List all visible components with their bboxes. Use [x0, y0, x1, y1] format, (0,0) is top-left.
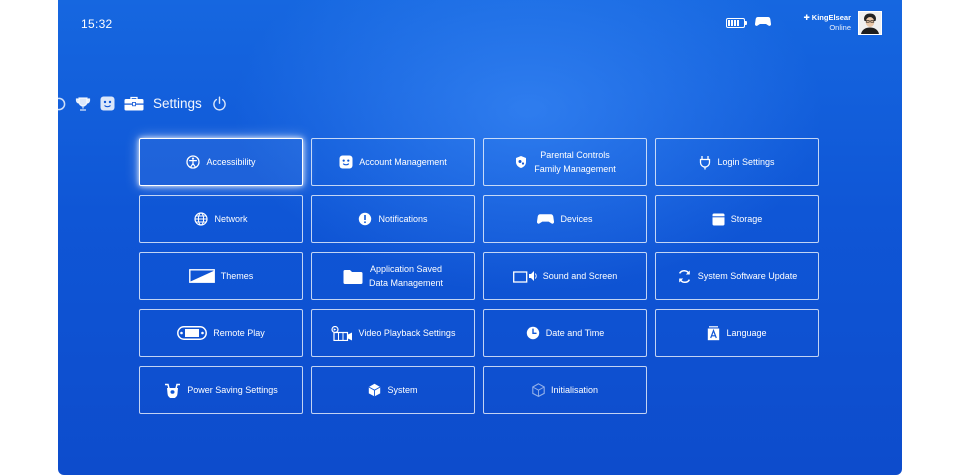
tile-label: Sound and Screen — [543, 269, 618, 283]
accessibility-icon — [186, 155, 201, 169]
theme-icon — [188, 269, 215, 283]
tile-label: Date and Time — [546, 326, 605, 340]
cube-icon — [368, 383, 381, 397]
tile-label-line: Application Saved — [369, 264, 443, 274]
tile-label: Application Saved Data Management — [369, 262, 443, 290]
video-icon — [330, 325, 353, 341]
tile-system[interactable]: System — [311, 366, 475, 414]
tile-label-line: System Software Update — [697, 271, 798, 281]
tile-remote-play[interactable]: Remote Play — [139, 309, 303, 357]
tile-label: Remote Play — [213, 326, 265, 340]
globe-icon — [194, 212, 209, 226]
language-icon — [707, 325, 720, 341]
notification-icon — [358, 212, 372, 226]
folder-icon — [343, 269, 363, 284]
clock: 15:32 — [81, 17, 113, 31]
tile-label-line: Language — [726, 328, 767, 338]
tile-initialisation[interactable]: Initialisation — [483, 366, 647, 414]
tile-label-line: Data Management — [368, 278, 444, 288]
tile-date-and-time[interactable]: Date and Time — [483, 309, 647, 357]
tile-label-line: System — [387, 385, 418, 395]
tile-video-playback-settings[interactable]: Video Playback Settings — [311, 309, 475, 357]
tile-label-line: Login Settings — [717, 157, 775, 167]
tile-notifications[interactable]: Notifications — [311, 195, 475, 243]
status-area: ✚ KingElsear Online — [726, 11, 882, 35]
tile-label: Account Management — [359, 155, 447, 169]
power-icon[interactable] — [212, 96, 227, 111]
controller-icon — [537, 213, 555, 225]
tile-label: Notifications — [378, 212, 427, 226]
tile-label-line: Parental Controls — [540, 150, 610, 160]
smiley-face-icon — [339, 155, 353, 169]
trophy-icon[interactable] — [75, 96, 91, 111]
function-title: Settings — [153, 96, 202, 111]
tile-storage[interactable]: Storage — [655, 195, 819, 243]
tile-label-line: Account Management — [359, 157, 447, 167]
function-bar: Settings — [58, 96, 236, 111]
power-plug-icon — [699, 155, 711, 170]
tile-label: Power Saving Settings — [187, 383, 278, 397]
tile-language[interactable]: Language — [655, 309, 819, 357]
user-info: ✚ KingElsear Online — [803, 13, 851, 33]
tile-label: Network — [214, 212, 247, 226]
tile-label: Login Settings — [717, 155, 774, 169]
tile-label-line: Remote Play — [213, 328, 265, 338]
tile-label: Themes — [221, 269, 254, 283]
online-status: Online — [829, 23, 851, 32]
tile-label: System Software Update — [698, 269, 798, 283]
cube-outline-icon — [532, 383, 545, 397]
controller-icon — [755, 14, 772, 32]
tile-label: Initialisation — [551, 383, 598, 397]
tile-label-line: Devices — [560, 214, 593, 224]
clock-icon — [526, 326, 540, 340]
storage-icon — [712, 213, 725, 226]
tile-login-settings[interactable]: Login Settings — [655, 138, 819, 186]
tile-label: Storage — [731, 212, 763, 226]
tile-label: Devices — [560, 212, 592, 226]
tile-label: Accessibility — [206, 155, 255, 169]
ps4-screen: 15:32 ✚ KingElsear Online Settings Acces… — [58, 0, 902, 475]
tile-themes[interactable]: Themes — [139, 252, 303, 300]
tile-power-saving-settings[interactable]: Power Saving Settings — [139, 366, 303, 414]
battery-icon — [726, 18, 748, 28]
tile-label-line: Notifications — [378, 214, 428, 224]
tile-label-line: Date and Time — [545, 328, 605, 338]
tile-label-line: Sound and Screen — [542, 271, 618, 281]
avatar[interactable] — [858, 11, 882, 35]
tile-network[interactable]: Network — [139, 195, 303, 243]
tile-label: Language — [726, 326, 766, 340]
tile-label-line: Power Saving Settings — [187, 385, 278, 395]
tile-label: Parental Controls Family Management — [534, 148, 616, 176]
tile-label: System — [387, 383, 417, 397]
friends-face-icon[interactable] — [100, 96, 115, 111]
power-circle-icon[interactable] — [58, 97, 66, 111]
tile-application-saved-data[interactable]: Application Saved Data Management — [311, 252, 475, 300]
tile-accessibility[interactable]: Accessibility — [139, 138, 303, 186]
tile-parental-controls[interactable]: Parental Controls Family Management — [483, 138, 647, 186]
tile-label-line: Themes — [220, 271, 254, 281]
tile-label: Video Playback Settings — [359, 326, 456, 340]
tile-sound-and-screen[interactable]: Sound and Screen — [483, 252, 647, 300]
tile-system-software-update[interactable]: System Software Update — [655, 252, 819, 300]
power-saving-icon — [164, 383, 181, 398]
tile-label-line: Initialisation — [550, 385, 599, 395]
tile-label-line: Accessibility — [206, 157, 256, 167]
update-arrows-icon — [677, 269, 692, 284]
screen-sound-icon — [512, 269, 537, 283]
tile-label-line: Network — [214, 214, 248, 224]
tile-devices[interactable]: Devices — [483, 195, 647, 243]
username: ✚ KingElsear — [803, 13, 851, 22]
tile-label-line: Video Playback Settings — [358, 328, 456, 338]
parental-controls-icon — [514, 155, 528, 169]
toolbox-icon[interactable] — [124, 96, 144, 111]
tile-label-line: Family Management — [534, 164, 616, 174]
tile-account-management[interactable]: Account Management — [311, 138, 475, 186]
remote-play-icon — [177, 326, 208, 340]
tile-label-line: Storage — [730, 214, 763, 224]
